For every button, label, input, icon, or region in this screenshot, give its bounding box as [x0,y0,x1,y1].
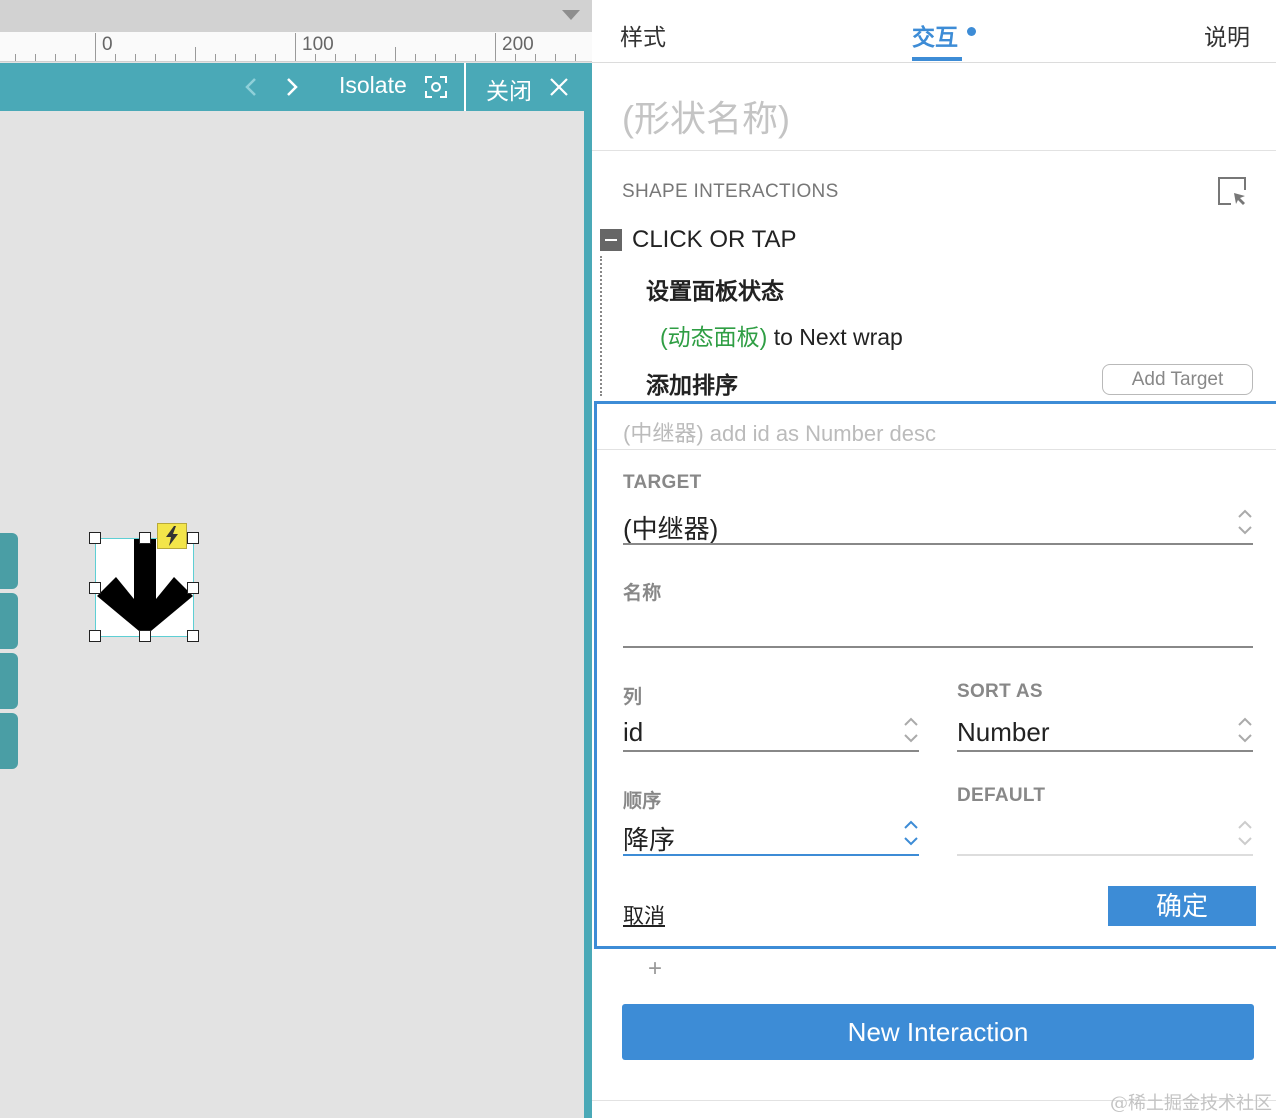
action-summary: (中继器) add id as Number desc [623,421,936,446]
target-label: TARGET [623,472,702,493]
side-tab[interactable] [0,713,18,769]
chevron-updown-icon[interactable] [1237,818,1253,848]
selected-shape[interactable] [95,538,194,637]
tab-active-indicator [912,57,962,61]
lightning-icon [166,526,178,546]
close-icon[interactable] [549,77,569,97]
inspector-panel: 样式 交互 说明 (形状名称) SHAPE INTERACTIONS CLICK… [592,0,1276,1118]
resize-handle[interactable] [139,630,151,642]
arrow-down-icon [97,539,193,636]
action-editor: (中继器) add id as Number desc TARGET (中继器)… [594,401,1276,949]
target-detail: to Next wrap [773,324,903,350]
order-underline [623,854,919,856]
sort-as-select[interactable]: Number [957,717,1049,748]
sort-as-label: SORT AS [957,681,1043,702]
new-interaction-button[interactable]: New Interaction [622,1004,1254,1060]
watermark: @稀土掘金技术社区 [1110,1093,1272,1114]
collapse-toggle[interactable] [600,229,622,251]
canvas-area: 0 100 200 Isolate 关闭 [0,0,592,1118]
add-action-button[interactable]: + [648,955,662,983]
shape-name-field[interactable]: (形状名称) [622,90,790,142]
cancel-link[interactable]: 取消 [623,900,665,930]
horizontal-ruler: 0 100 200 [0,32,592,62]
target-name: (动态面板) [660,324,768,350]
event-title[interactable]: CLICK OR TAP [632,226,796,254]
resize-handle[interactable] [89,630,101,642]
target-underline [623,543,1253,545]
section-title: SHAPE INTERACTIONS [622,181,839,202]
resize-handle[interactable] [89,582,101,594]
default-underline [957,854,1253,856]
resize-handle[interactable] [187,532,199,544]
canvas-border [584,63,592,1118]
chevron-updown-icon[interactable] [1237,507,1253,537]
divider [592,150,1276,151]
column-label: 列 [623,687,643,708]
side-tab[interactable] [0,653,18,709]
resize-handle[interactable] [187,582,199,594]
ok-button[interactable]: 确定 [1108,886,1256,926]
interaction-badge[interactable] [157,523,187,549]
action-target[interactable]: (动态面板) to Next wrap [660,318,903,352]
tab-notes[interactable]: 说明 [1204,18,1250,52]
side-tab[interactable] [0,533,18,589]
divider [597,449,1276,450]
pointer-select-icon[interactable] [1217,176,1247,206]
name-label: 名称 [623,583,662,604]
tab-interaction[interactable]: 交互 [912,18,958,52]
chevron-updown-icon[interactable] [903,818,919,848]
chevron-updown-icon[interactable] [903,715,919,745]
default-label: DEFAULT [957,785,1046,806]
ruler-label-0: 0 [102,34,113,55]
ruler-label-100: 100 [302,34,334,55]
ruler-header [0,0,592,32]
column-underline [623,750,919,752]
column-select[interactable]: id [623,717,643,748]
tree-connector [600,256,602,396]
add-target-button[interactable]: Add Target [1102,364,1253,395]
close-button[interactable]: 关闭 [486,72,532,106]
sort-as-underline [957,750,1253,752]
target-select[interactable]: (中继器) [623,509,718,546]
order-label: 顺序 [623,791,662,812]
ruler-label-200: 200 [502,34,534,55]
resize-handle[interactable] [89,532,101,544]
chevron-updown-icon[interactable] [1237,715,1253,745]
isolate-icon[interactable] [425,76,447,98]
unsaved-dot [967,27,976,36]
chevron-right-icon[interactable] [285,77,299,97]
ruler-dropdown-icon[interactable] [562,10,580,20]
order-select[interactable]: 降序 [623,820,675,857]
resize-handle[interactable] [187,630,199,642]
action-add-sort[interactable]: 添加排序 [646,366,738,400]
action-set-panel-state[interactable]: 设置面板状态 [646,272,784,306]
side-tab[interactable] [0,593,18,649]
toolbar-divider [464,63,466,111]
chevron-left-icon[interactable] [244,77,258,97]
inspector-tabs: 样式 交互 说明 [592,0,1276,63]
canvas-toolbar: Isolate 关闭 [0,63,584,111]
tab-style[interactable]: 样式 [620,18,666,52]
isolate-button[interactable]: Isolate [339,72,407,99]
name-underline [623,646,1253,648]
resize-handle[interactable] [139,532,151,544]
